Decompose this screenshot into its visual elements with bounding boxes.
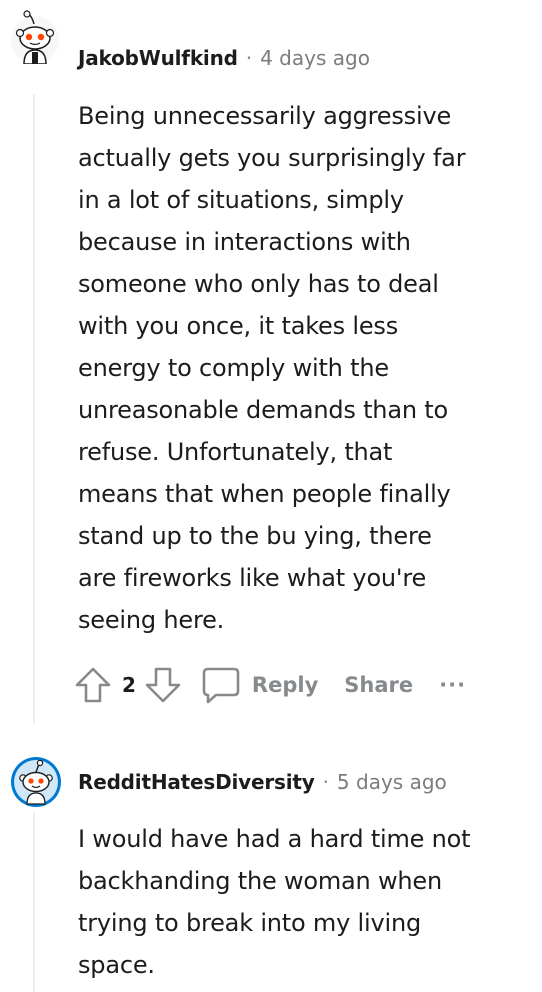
downvote-arrow-icon [145,667,181,703]
comment: JakobWulfkind · 4 days ago Being unneces… [0,0,542,730]
more-options-button[interactable]: ··· [439,673,466,697]
comment-meta: RedditHatesDiversity · 5 days ago [78,770,447,794]
thread-line[interactable] [33,94,35,724]
vote-score: 2 [122,673,136,697]
username-link[interactable]: RedditHatesDiversity [78,770,315,794]
reply-button[interactable]: Reply [200,665,318,705]
user-avatar[interactable] [10,10,60,65]
comment-actions: 2 Reply Share ··· [74,662,466,708]
meta-separator: · [245,46,253,70]
upvote-arrow-icon [75,667,111,703]
timestamp[interactable]: 5 days ago [337,770,447,794]
user-avatar[interactable] [10,756,61,807]
timestamp[interactable]: 4 days ago [260,46,370,70]
comment-body: I would have had a hard time not backhan… [78,825,471,979]
reply-label[interactable]: Reply [252,673,318,697]
comment-bubble-icon [202,667,240,704]
meta-separator: · [322,770,329,794]
thread-line[interactable] [33,812,35,992]
comment-meta: JakobWulfkind · 4 days ago [78,46,370,70]
comment-body: Being unnecessarily aggressive actually … [78,102,466,634]
downvote-button[interactable] [144,665,182,705]
username-link[interactable]: JakobWulfkind [78,46,238,70]
snoo-avatar-icon [11,757,61,807]
upvote-button[interactable] [74,665,112,705]
comment: RedditHatesDiversity · 5 days ago I woul… [0,740,542,992]
snoo-avatar-icon [11,10,59,65]
share-button[interactable]: Share [344,673,413,697]
